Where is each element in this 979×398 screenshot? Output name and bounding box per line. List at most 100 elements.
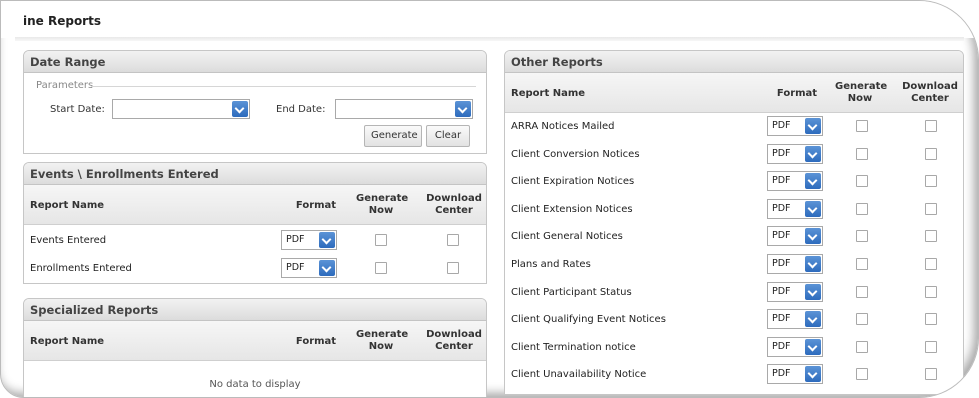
page-title: ine Reports <box>23 14 101 28</box>
format-value: PDF <box>772 120 791 131</box>
generate-now-checkbox[interactable] <box>856 175 868 188</box>
chevron-down-icon[interactable] <box>805 200 821 217</box>
generate-now-checkbox[interactable] <box>856 230 868 243</box>
col-report-name: Report Name <box>30 336 105 347</box>
generate-now-checkbox[interactable] <box>856 258 868 270</box>
generate-now-checkbox[interactable] <box>375 234 387 246</box>
title-bar <box>1 1 978 38</box>
report-name: Client Expiration Notices <box>511 176 635 188</box>
events-enrollments-panel: Events \ Enrollments Entered Report Name… <box>23 162 487 284</box>
title-divider <box>15 37 964 41</box>
format-select[interactable]: PDF <box>767 198 823 219</box>
other-table-header: Report Name Format Generate Now Download… <box>505 73 963 113</box>
generate-now-checkbox[interactable] <box>856 202 868 215</box>
chevron-down-icon[interactable] <box>319 232 335 248</box>
start-date-input[interactable] <box>112 99 250 119</box>
end-date-input[interactable] <box>335 99 473 119</box>
specialized-table-header: Report Name Format Generate Now Download… <box>24 321 486 361</box>
chevron-down-icon[interactable] <box>805 338 821 355</box>
format-value: PDF <box>286 234 305 245</box>
empty-state: No data to display <box>209 379 301 390</box>
format-select[interactable]: PDF <box>767 143 823 164</box>
generate-now-checkbox[interactable] <box>375 262 387 274</box>
format-select[interactable]: PDF <box>767 226 823 247</box>
parameters-legend: Parameters <box>36 80 94 91</box>
events-table-header: Report Name Format Generate Now Download… <box>24 185 486 225</box>
table-row: Client Unavailability Notice PDF <box>505 360 963 388</box>
download-center-checkbox[interactable] <box>447 234 459 246</box>
download-center-checkbox[interactable] <box>925 202 937 215</box>
format-value: PDF <box>772 313 791 325</box>
specialized-reports-header: Specialized Reports <box>24 299 486 321</box>
events-enrollments-header: Events \ Enrollments Entered <box>24 163 486 185</box>
col-download-center: Download Center <box>426 329 482 352</box>
download-center-checkbox[interactable] <box>925 120 937 132</box>
table-row: Client Participant Status PDF <box>505 278 963 306</box>
format-select[interactable]: PDF <box>281 258 337 278</box>
format-value: PDF <box>772 230 791 242</box>
download-center-checkbox[interactable] <box>925 285 937 298</box>
generate-button[interactable]: Generate <box>364 125 422 147</box>
report-name: Enrollments Entered <box>30 263 132 274</box>
format-select[interactable]: PDF <box>767 116 823 136</box>
download-center-checkbox[interactable] <box>925 340 937 353</box>
report-name: Client General Notices <box>511 231 623 243</box>
format-value: PDF <box>772 258 791 269</box>
col-generate-now: Generate Now <box>835 81 888 104</box>
chevron-down-icon[interactable] <box>805 256 821 272</box>
format-value: PDF <box>772 147 791 159</box>
generate-now-checkbox[interactable] <box>856 313 868 326</box>
table-row: ARRA Notices Mailed PDF <box>505 112 963 140</box>
report-name: ARRA Notices Mailed <box>511 121 615 132</box>
chevron-down-icon[interactable] <box>805 366 821 383</box>
download-center-checkbox[interactable] <box>925 313 937 326</box>
specialized-reports-panel: Specialized Reports Report Name Format G… <box>23 298 487 397</box>
col-report-name: Report Name <box>511 88 586 99</box>
format-select[interactable]: PDF <box>767 309 823 330</box>
format-value: PDF <box>772 340 791 352</box>
chevron-down-icon[interactable] <box>232 101 248 117</box>
other-reports-panel: Other Reports Report Name Format Generat… <box>504 50 964 395</box>
format-value: PDF <box>772 175 791 187</box>
chevron-down-icon[interactable] <box>805 283 821 300</box>
reports-window: ine Reports Date Range Parameters Start … <box>0 0 979 398</box>
download-center-checkbox[interactable] <box>925 368 937 381</box>
clear-button[interactable]: Clear <box>426 125 470 147</box>
chevron-down-icon[interactable] <box>805 228 821 245</box>
table-row: Client General Notices PDF <box>505 222 963 250</box>
format-value: PDF <box>772 285 791 297</box>
chevron-down-icon[interactable] <box>455 101 471 117</box>
format-select[interactable]: PDF <box>281 230 337 250</box>
report-name: Client Qualifying Event Notices <box>511 314 666 326</box>
format-select[interactable]: PDF <box>767 254 823 274</box>
chevron-down-icon[interactable] <box>805 118 821 134</box>
date-range-header: Date Range <box>24 51 486 73</box>
generate-now-checkbox[interactable] <box>856 120 868 132</box>
generate-now-checkbox[interactable] <box>856 285 868 298</box>
chevron-down-icon[interactable] <box>319 260 335 276</box>
format-select[interactable]: PDF <box>767 364 823 385</box>
generate-now-checkbox[interactable] <box>856 340 868 353</box>
generate-now-checkbox[interactable] <box>856 147 868 160</box>
format-value: PDF <box>772 202 791 214</box>
col-generate-now: Generate Now <box>356 329 409 352</box>
download-center-checkbox[interactable] <box>925 175 937 188</box>
start-date-label: Start Date: <box>50 104 105 115</box>
chevron-down-icon[interactable] <box>805 311 821 328</box>
col-generate-now: Generate Now <box>356 193 409 216</box>
generate-now-checkbox[interactable] <box>856 368 868 381</box>
report-name: Plans and Rates <box>511 259 591 270</box>
format-select[interactable]: PDF <box>767 171 823 192</box>
download-center-checkbox[interactable] <box>925 258 937 270</box>
download-center-checkbox[interactable] <box>447 262 459 274</box>
format-value: PDF <box>286 262 305 273</box>
format-select[interactable]: PDF <box>767 336 823 357</box>
table-row: Client Termination notice PDF <box>505 333 963 361</box>
end-date-label: End Date: <box>276 104 326 115</box>
download-center-checkbox[interactable] <box>925 230 937 243</box>
chevron-down-icon[interactable] <box>805 145 821 162</box>
download-center-checkbox[interactable] <box>925 147 937 160</box>
report-name: Client Unavailability Notice <box>511 369 647 381</box>
format-select[interactable]: PDF <box>767 281 823 302</box>
chevron-down-icon[interactable] <box>805 173 821 190</box>
